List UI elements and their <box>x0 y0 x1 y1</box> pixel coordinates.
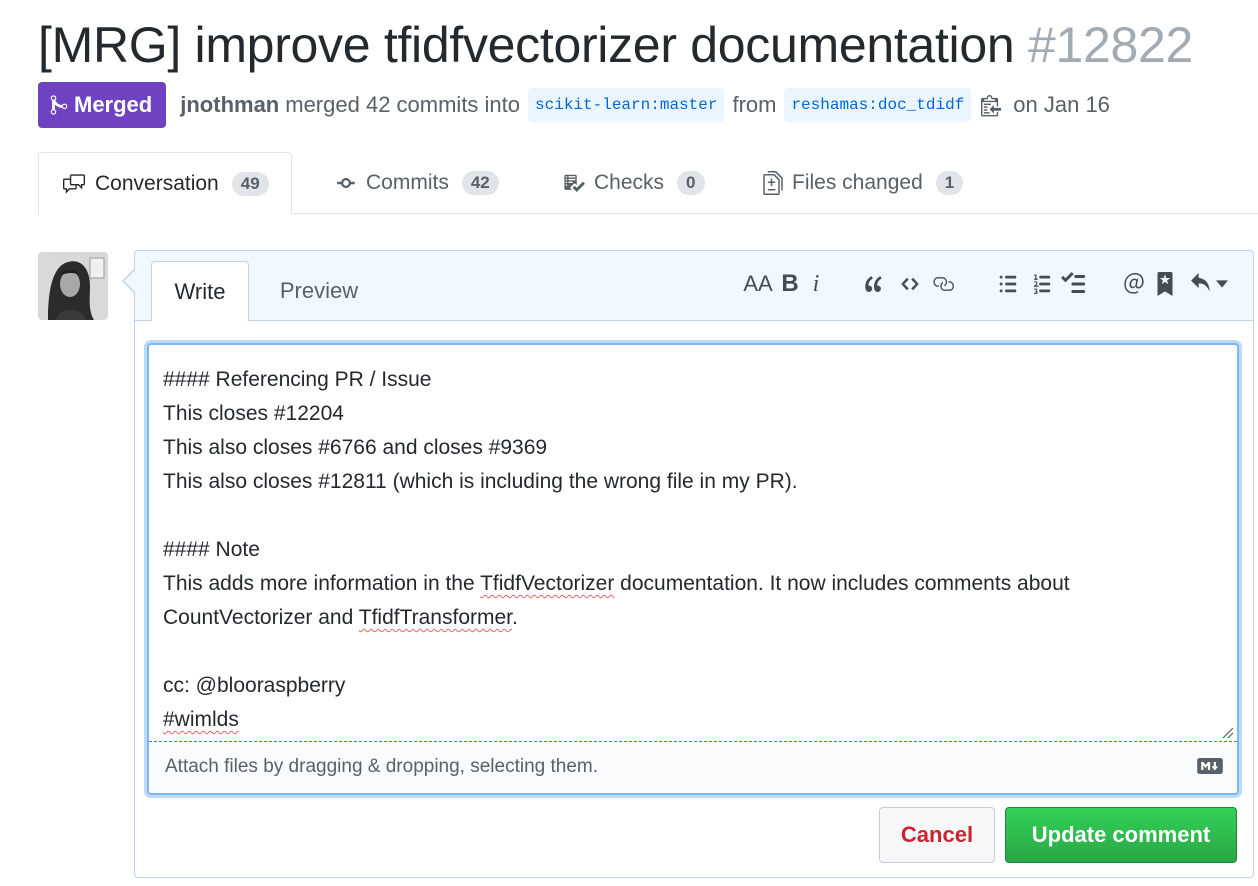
tab-checks-count: 0 <box>677 171 705 195</box>
base-branch[interactable]: scikit-learn:master <box>528 88 725 122</box>
comment-line: This also closes #12811 (which is includ… <box>163 470 798 493</box>
clippy-icon[interactable] <box>981 93 1002 117</box>
merge-action-text: merged 42 commits into <box>285 92 521 117</box>
attach-files-text: Attach files by dragging & dropping, sel… <box>165 756 599 777</box>
tasklist-icon <box>1061 272 1085 293</box>
author-link[interactable]: jnothman <box>180 92 279 118</box>
reply-menu-button[interactable] <box>1185 269 1231 299</box>
merge-date: on Jan 16 <box>1013 92 1110 117</box>
bold-button[interactable]: B <box>779 269 801 299</box>
comment-caret-inner <box>124 269 136 293</box>
cancel-button[interactable]: Cancel <box>879 807 995 863</box>
tab-conversation-count: 49 <box>231 171 269 196</box>
file-drop-zone[interactable]: Attach files by dragging & dropping, sel… <box>149 741 1237 793</box>
tab-write[interactable]: Write <box>151 261 249 322</box>
italic-button[interactable]: i <box>805 269 827 299</box>
comment-line: #### Note <box>163 538 260 561</box>
head-branch[interactable]: reshamas:doc_tdidf <box>784 88 972 122</box>
comment-line: CountVectorizer and TfidfTransformer. <box>163 606 518 629</box>
comment-discussion-icon <box>63 173 85 194</box>
header-text-button[interactable]: AA <box>743 269 773 299</box>
pr-tabs: Conversation 49 Commits 42 Checks 0 File… <box>38 152 1258 215</box>
link-icon <box>933 277 954 291</box>
tab-conversation[interactable]: Conversation 49 <box>38 152 292 215</box>
unordered-list-button[interactable] <box>995 269 1021 299</box>
tab-checks-label: Checks <box>594 171 665 194</box>
mention-icon <box>1124 273 1144 294</box>
link-button[interactable] <box>929 269 957 299</box>
comment-line: This adds more information in the TfidfV… <box>163 572 1070 595</box>
git-merge-icon <box>50 95 68 115</box>
comment-edit-box: Write Preview AA B i #### Referencing PR… <box>134 250 1254 878</box>
chevron-down-icon <box>1216 280 1228 288</box>
quote-button[interactable] <box>861 269 887 299</box>
diff-icon <box>763 171 783 195</box>
avatar[interactable] <box>38 252 108 320</box>
comment-textarea[interactable]: #### Referencing PR / Issue This closes … <box>147 343 1239 795</box>
mention-button[interactable] <box>1121 269 1147 299</box>
git-commit-icon <box>337 178 355 188</box>
tab-preview[interactable]: Preview <box>271 261 367 321</box>
tab-commits-label: Commits <box>366 171 449 194</box>
pr-title: [MRG] improve tfidfvectorizer documentat… <box>38 14 1193 76</box>
quote-icon <box>865 276 882 292</box>
merged-badge: Merged <box>38 82 167 128</box>
merged-label: Merged <box>74 92 153 117</box>
code-icon <box>901 277 919 291</box>
update-comment-button[interactable]: Update comment <box>1005 807 1237 863</box>
saved-replies-button[interactable] <box>1153 269 1177 299</box>
tab-files-changed-count: 1 <box>935 171 964 195</box>
comment-line: This closes #12204 <box>163 402 344 425</box>
from-text: from <box>732 92 777 117</box>
tab-conversation-label: Conversation <box>95 171 219 195</box>
comment-line: cc: @blooraspberry <box>163 674 346 697</box>
ordered-list-button[interactable] <box>1029 269 1055 299</box>
resize-handle-icon[interactable] <box>1220 725 1234 739</box>
comment-line: This also closes #6766 and closes #9369 <box>163 436 548 459</box>
tab-commits[interactable]: Commits 42 <box>334 152 499 214</box>
task-list-button[interactable] <box>1059 269 1087 299</box>
tab-checks[interactable]: Checks 0 <box>562 152 705 214</box>
reply-icon <box>1191 273 1210 292</box>
tab-files-changed-label: Files changed <box>792 171 923 194</box>
tab-files-changed[interactable]: Files changed 1 <box>762 152 964 214</box>
comment-line: #wimlds <box>163 708 239 731</box>
editor-header: Write Preview AA B i <box>135 251 1253 322</box>
pr-number: #12822 <box>1027 17 1193 73</box>
list-unordered-icon <box>999 275 1017 293</box>
tab-commits-count: 42 <box>461 171 499 195</box>
code-button[interactable] <box>897 269 923 299</box>
list-ordered-icon <box>1033 274 1051 295</box>
markdown-icon[interactable] <box>1197 758 1223 774</box>
pr-meta: Merged jnothman merged 42 commits into s… <box>38 82 1238 128</box>
comment-line: #### Referencing PR / Issue <box>163 368 432 391</box>
pr-title-text: [MRG] improve tfidfvectorizer documentat… <box>38 17 1015 73</box>
bookmark-icon <box>1157 272 1173 296</box>
comment-body[interactable]: #### Referencing PR / Issue This closes … <box>163 363 1223 741</box>
checklist-icon <box>564 174 585 192</box>
